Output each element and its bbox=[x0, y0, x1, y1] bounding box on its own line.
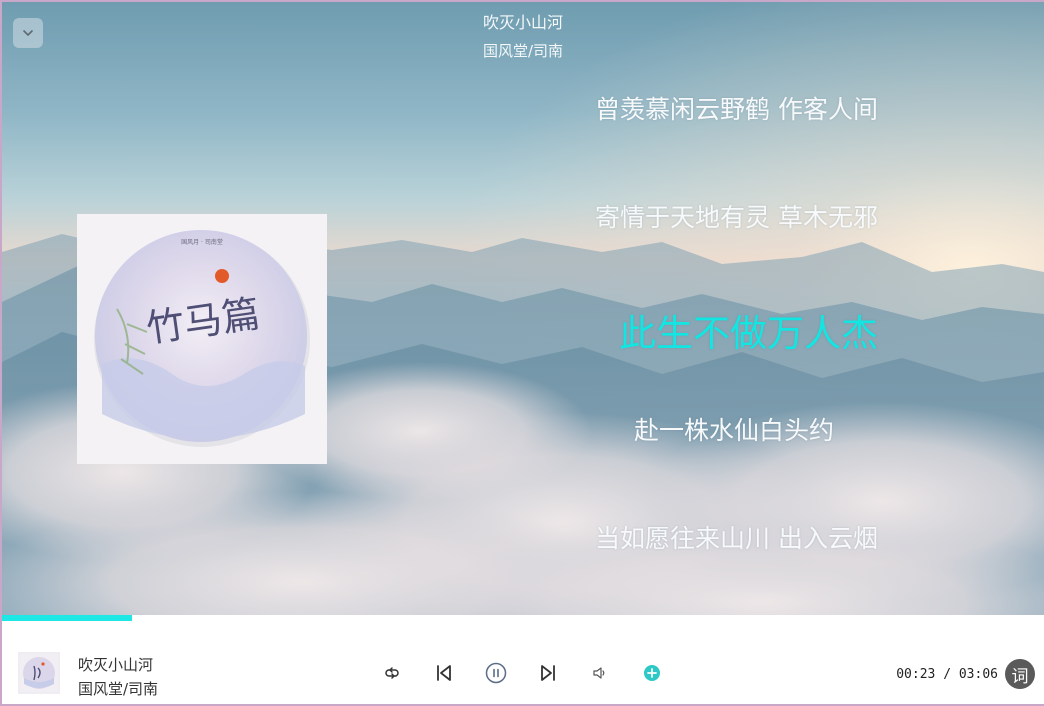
player-bar: 吹灭小山河 国风堂/司南 00:23 / 03:06 词 bbox=[2, 621, 1044, 704]
next-button[interactable] bbox=[536, 661, 560, 685]
skip-previous-icon bbox=[437, 665, 451, 681]
play-pause-button[interactable] bbox=[484, 661, 508, 685]
player-window: 吹灭小山河 国风堂/司南 国风月 · 司南堂 竹马篇 曾羡慕闲云野鹤 作客人间 … bbox=[2, 2, 1044, 704]
lyrics-toggle-button[interactable]: 词 bbox=[1005, 659, 1035, 689]
total-time: 03:06 bbox=[958, 667, 998, 682]
cover-credit: 国风月 · 司南堂 bbox=[181, 238, 223, 246]
now-playing-artist: 国风堂/司南 bbox=[78, 680, 159, 698]
repeat-icon bbox=[385, 667, 399, 679]
volume-icon bbox=[593, 667, 605, 679]
lyric-line-active[interactable]: 此生不做万人杰 bbox=[619, 303, 878, 357]
lyrics-panel: 曾羡慕闲云野鹤 作客人间 寄情于天地有灵 草木无邪 此生不做万人杰 赴一株水仙白… bbox=[502, 2, 882, 615]
add-icon bbox=[644, 665, 660, 681]
pause-icon bbox=[485, 662, 507, 684]
lyric-line[interactable]: 赴一株水仙白头约 bbox=[634, 411, 834, 447]
album-thumbnail-image bbox=[20, 654, 58, 692]
album-cover: 国风月 · 司南堂 竹马篇 bbox=[77, 214, 327, 464]
current-time: 00:23 bbox=[896, 667, 936, 682]
repeat-button[interactable] bbox=[380, 661, 404, 685]
volume-button[interactable] bbox=[588, 661, 612, 685]
skip-next-icon bbox=[541, 665, 555, 681]
add-to-playlist-button[interactable] bbox=[640, 661, 664, 685]
lyric-line[interactable]: 寄情于天地有灵 草木无邪 bbox=[595, 198, 878, 234]
album-art-image: 国风月 · 司南堂 竹马篇 bbox=[77, 214, 327, 464]
time-display: 00:23 / 03:06 bbox=[896, 667, 998, 682]
lyric-line[interactable]: 当如愿往来山川 出入云烟 bbox=[595, 519, 878, 555]
previous-button[interactable] bbox=[432, 661, 456, 685]
now-playing-title: 吹灭小山河 bbox=[78, 656, 154, 674]
lyric-line[interactable]: 曾羡慕闲云野鹤 作客人间 bbox=[595, 90, 878, 126]
album-thumbnail[interactable] bbox=[18, 652, 60, 694]
time-separator: / bbox=[943, 667, 952, 682]
lyrics-view: 吹灭小山河 国风堂/司南 国风月 · 司南堂 竹马篇 曾羡慕闲云野鹤 作客人间 … bbox=[2, 2, 1044, 615]
